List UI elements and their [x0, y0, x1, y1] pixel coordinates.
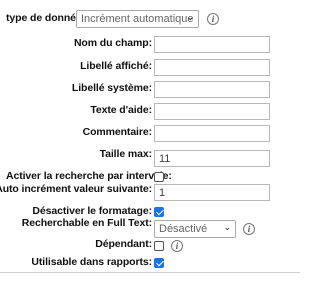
comment-label: Commentaire:: [82, 126, 153, 138]
help-text-label: Texte d'aide:: [90, 104, 152, 116]
comment-input[interactable]: [154, 125, 270, 142]
chevron-down-icon: ⌄: [186, 12, 194, 22]
range-search-label: Activer la recherche par intervale:: [6, 170, 172, 182]
auto-increment-input[interactable]: [154, 184, 270, 201]
disable-formatting-checkbox[interactable]: [154, 207, 164, 217]
system-label-label: Libellé système:: [71, 82, 152, 94]
max-size-input[interactable]: [154, 150, 270, 167]
fulltext-label: Recherchable en Full Text:: [21, 217, 152, 229]
info-icon[interactable]: i: [207, 13, 219, 25]
data-type-label: type de donnée:: [6, 12, 86, 24]
field-name-input[interactable]: [154, 36, 270, 53]
info-icon[interactable]: i: [243, 223, 255, 235]
system-label-input[interactable]: [154, 81, 270, 98]
fulltext-select[interactable]: Désactivé ⌄: [154, 220, 236, 238]
range-search-checkbox[interactable]: [154, 172, 164, 182]
disable-formatting-label: Désactiver le formatage:: [32, 205, 152, 217]
chevron-down-icon: ⌄: [223, 222, 231, 232]
display-label-label: Libellé affiché:: [80, 60, 152, 72]
usable-reports-label: Utilisable dans rapports:: [31, 256, 152, 268]
fulltext-value: Désactivé: [159, 223, 208, 235]
info-icon[interactable]: i: [171, 240, 183, 252]
max-size-label: Taille max:: [99, 148, 153, 160]
bottom-divider: [0, 272, 300, 273]
help-text-input[interactable]: [154, 103, 270, 120]
auto-increment-label: Auto incrément valeur suivante:: [0, 183, 152, 195]
display-label-input[interactable]: [154, 59, 270, 76]
usable-reports-checkbox[interactable]: [154, 258, 164, 268]
field-name-label: Nom du champ:: [73, 37, 152, 49]
data-type-select[interactable]: Incrément automatique ⌄: [76, 10, 199, 28]
data-type-value: Incrément automatique: [81, 13, 194, 25]
dependent-label: Dépendant:: [95, 238, 152, 250]
dependent-checkbox[interactable]: [154, 241, 164, 251]
